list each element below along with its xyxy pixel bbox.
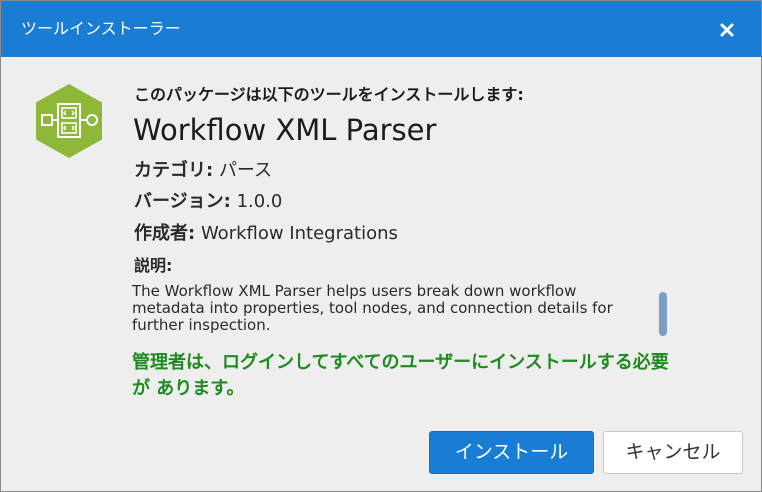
version-row: バージョン: 1.0.0 (134, 187, 282, 213)
close-button[interactable] (711, 14, 743, 46)
install-button[interactable]: インストール (429, 431, 594, 474)
description-text: The Workflow XML Parser helps users brea… (132, 282, 613, 334)
category-label: カテゴリ: (134, 160, 214, 181)
author-label: 作成者: (134, 223, 196, 244)
admin-install-note: 管理者は、ログインしてすべてのユーザーにインストールする必要が あります。 (132, 352, 669, 399)
tool-installer-dialog: ツールインストーラー このパッケージは以下のツールをインストールします: Wor… (0, 0, 762, 492)
version-label: バージョン: (134, 191, 231, 212)
cancel-button[interactable]: キャンセル (603, 431, 743, 474)
version-value: 1.0.0 (236, 191, 283, 212)
title-bar[interactable]: ツールインストーラー (1, 1, 761, 57)
author-row: 作成者: Workflow Integrations (134, 219, 398, 245)
category-row: カテゴリ: パース (134, 156, 272, 182)
install-heading: このパッケージは以下のツールをインストールします: (134, 85, 524, 104)
close-icon (720, 23, 734, 37)
tool-name: Workflow XML Parser (133, 113, 437, 147)
workflow-xml-hexagon-icon (30, 82, 108, 160)
description-label: 説明: (134, 256, 173, 275)
window-title: ツールインストーラー (21, 19, 181, 38)
category-value: パース (218, 160, 273, 181)
description-scrollbar[interactable] (659, 292, 667, 336)
author-value: Workflow Integrations (200, 223, 398, 244)
